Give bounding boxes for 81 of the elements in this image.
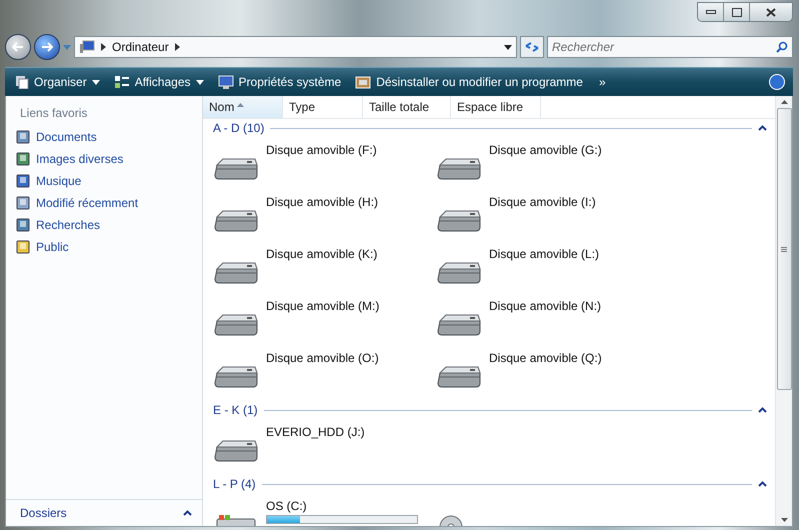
minimize-button[interactable] <box>698 3 724 21</box>
recent-icon <box>16 196 30 210</box>
program-box-icon <box>355 75 372 89</box>
favorite-link[interactable]: Musique <box>6 170 202 192</box>
back-button[interactable] <box>5 34 31 60</box>
favorite-link[interactable]: Documents <box>6 126 202 148</box>
scroll-up-icon[interactable] <box>780 100 788 104</box>
folder-icon <box>16 240 30 254</box>
group-title[interactable]: L - P (4) <box>213 477 256 491</box>
maximize-icon <box>732 8 742 16</box>
breadcrumb-item[interactable]: Ordinateur <box>112 40 169 54</box>
favorite-link[interactable]: Recherches <box>6 214 202 236</box>
back-arrow-icon <box>12 42 24 52</box>
favorite-link[interactable]: Images diverses <box>6 148 202 170</box>
forward-button[interactable] <box>34 34 60 60</box>
drive-name[interactable]: Disque amovible (O:) <box>266 351 379 365</box>
breadcrumb-arrow-icon <box>174 43 180 51</box>
drive-name[interactable]: Disque amovible (Q:) <box>489 351 602 365</box>
drive-icon <box>436 261 482 285</box>
toolbar-button[interactable]: Propriétés système <box>216 75 344 89</box>
drive-icon <box>436 365 482 389</box>
favorite-link[interactable]: Public <box>6 236 202 258</box>
collapse-icon[interactable] <box>183 510 192 516</box>
collapse-icon[interactable] <box>758 125 767 131</box>
search-icon <box>16 218 30 232</box>
collapse-icon[interactable] <box>758 481 767 487</box>
drive-icon <box>436 157 482 181</box>
help-button[interactable] <box>769 74 785 90</box>
pages-icon <box>15 75 29 89</box>
search-icon[interactable] <box>776 41 788 53</box>
drive-name[interactable]: EVERIO_HDD (J:) <box>266 425 365 439</box>
column-header[interactable]: Nom <box>203 96 283 118</box>
search-field[interactable]: Rechercher <box>547 36 793 58</box>
group-title[interactable]: A - D (10) <box>213 121 264 135</box>
caret-icon <box>92 80 100 84</box>
toolbar-button[interactable]: Affichages <box>112 75 206 89</box>
drive-name[interactable]: Disque amovible (L:) <box>489 247 600 261</box>
sort-arrow-icon <box>237 103 244 107</box>
section-title: Liens favoris <box>19 105 88 122</box>
drive-name[interactable]: Disque amovible (H:) <box>266 195 378 209</box>
drive-name[interactable]: OS (C:) <box>266 499 418 513</box>
toolbar-button[interactable]: Organiser <box>13 75 102 89</box>
collapse-icon[interactable] <box>758 407 767 413</box>
grip-icon <box>781 246 787 252</box>
folders-label[interactable]: Dossiers <box>20 506 67 520</box>
drive-name[interactable]: Disque amovible (M:) <box>266 299 380 313</box>
drive-icon <box>213 261 259 285</box>
scroll-down-icon[interactable] <box>780 518 788 522</box>
picture-icon <box>16 152 30 166</box>
drive-icon <box>436 313 482 337</box>
minimize-icon <box>706 10 716 14</box>
monitor-icon <box>218 75 234 89</box>
breadcrumb-arrow-icon <box>101 43 106 51</box>
drive-name[interactable]: Disque amovible (N:) <box>489 299 602 313</box>
drive-icon <box>436 209 482 233</box>
drive-icon <box>213 157 259 181</box>
computer-icon <box>79 40 95 54</box>
views-icon <box>114 75 130 89</box>
close-button[interactable] <box>750 3 792 21</box>
music-icon <box>16 174 30 188</box>
caret-icon <box>196 80 204 84</box>
drive-icon <box>213 313 259 337</box>
dropdown-caret-icon[interactable] <box>504 44 512 50</box>
more-chevron[interactable]: » <box>598 75 606 89</box>
drive-icon <box>213 439 259 463</box>
document-icon <box>16 130 30 144</box>
refresh-button[interactable] <box>520 36 544 58</box>
maximize-button[interactable] <box>724 3 750 21</box>
group-title[interactable]: E - K (1) <box>213 403 258 417</box>
drive-name[interactable]: Disque amovible (I:) <box>489 195 596 209</box>
toolbar-button[interactable]: Désinstaller ou modifier un programme <box>353 75 585 89</box>
scroll-thumb[interactable] <box>776 108 792 390</box>
address-bar[interactable]: Ordinateur <box>74 36 517 58</box>
drive-name[interactable]: Disque amovible (K:) <box>266 247 378 261</box>
drive-name[interactable]: Disque amovible (G:) <box>489 143 602 157</box>
forward-arrow-icon <box>41 42 53 52</box>
drive-name[interactable]: Disque amovible (F:) <box>266 143 377 157</box>
drive-icon <box>213 209 259 233</box>
favorite-link[interactable]: Modifié récemment <box>6 192 202 214</box>
drive-icon <box>213 365 259 389</box>
close-icon <box>766 8 776 16</box>
